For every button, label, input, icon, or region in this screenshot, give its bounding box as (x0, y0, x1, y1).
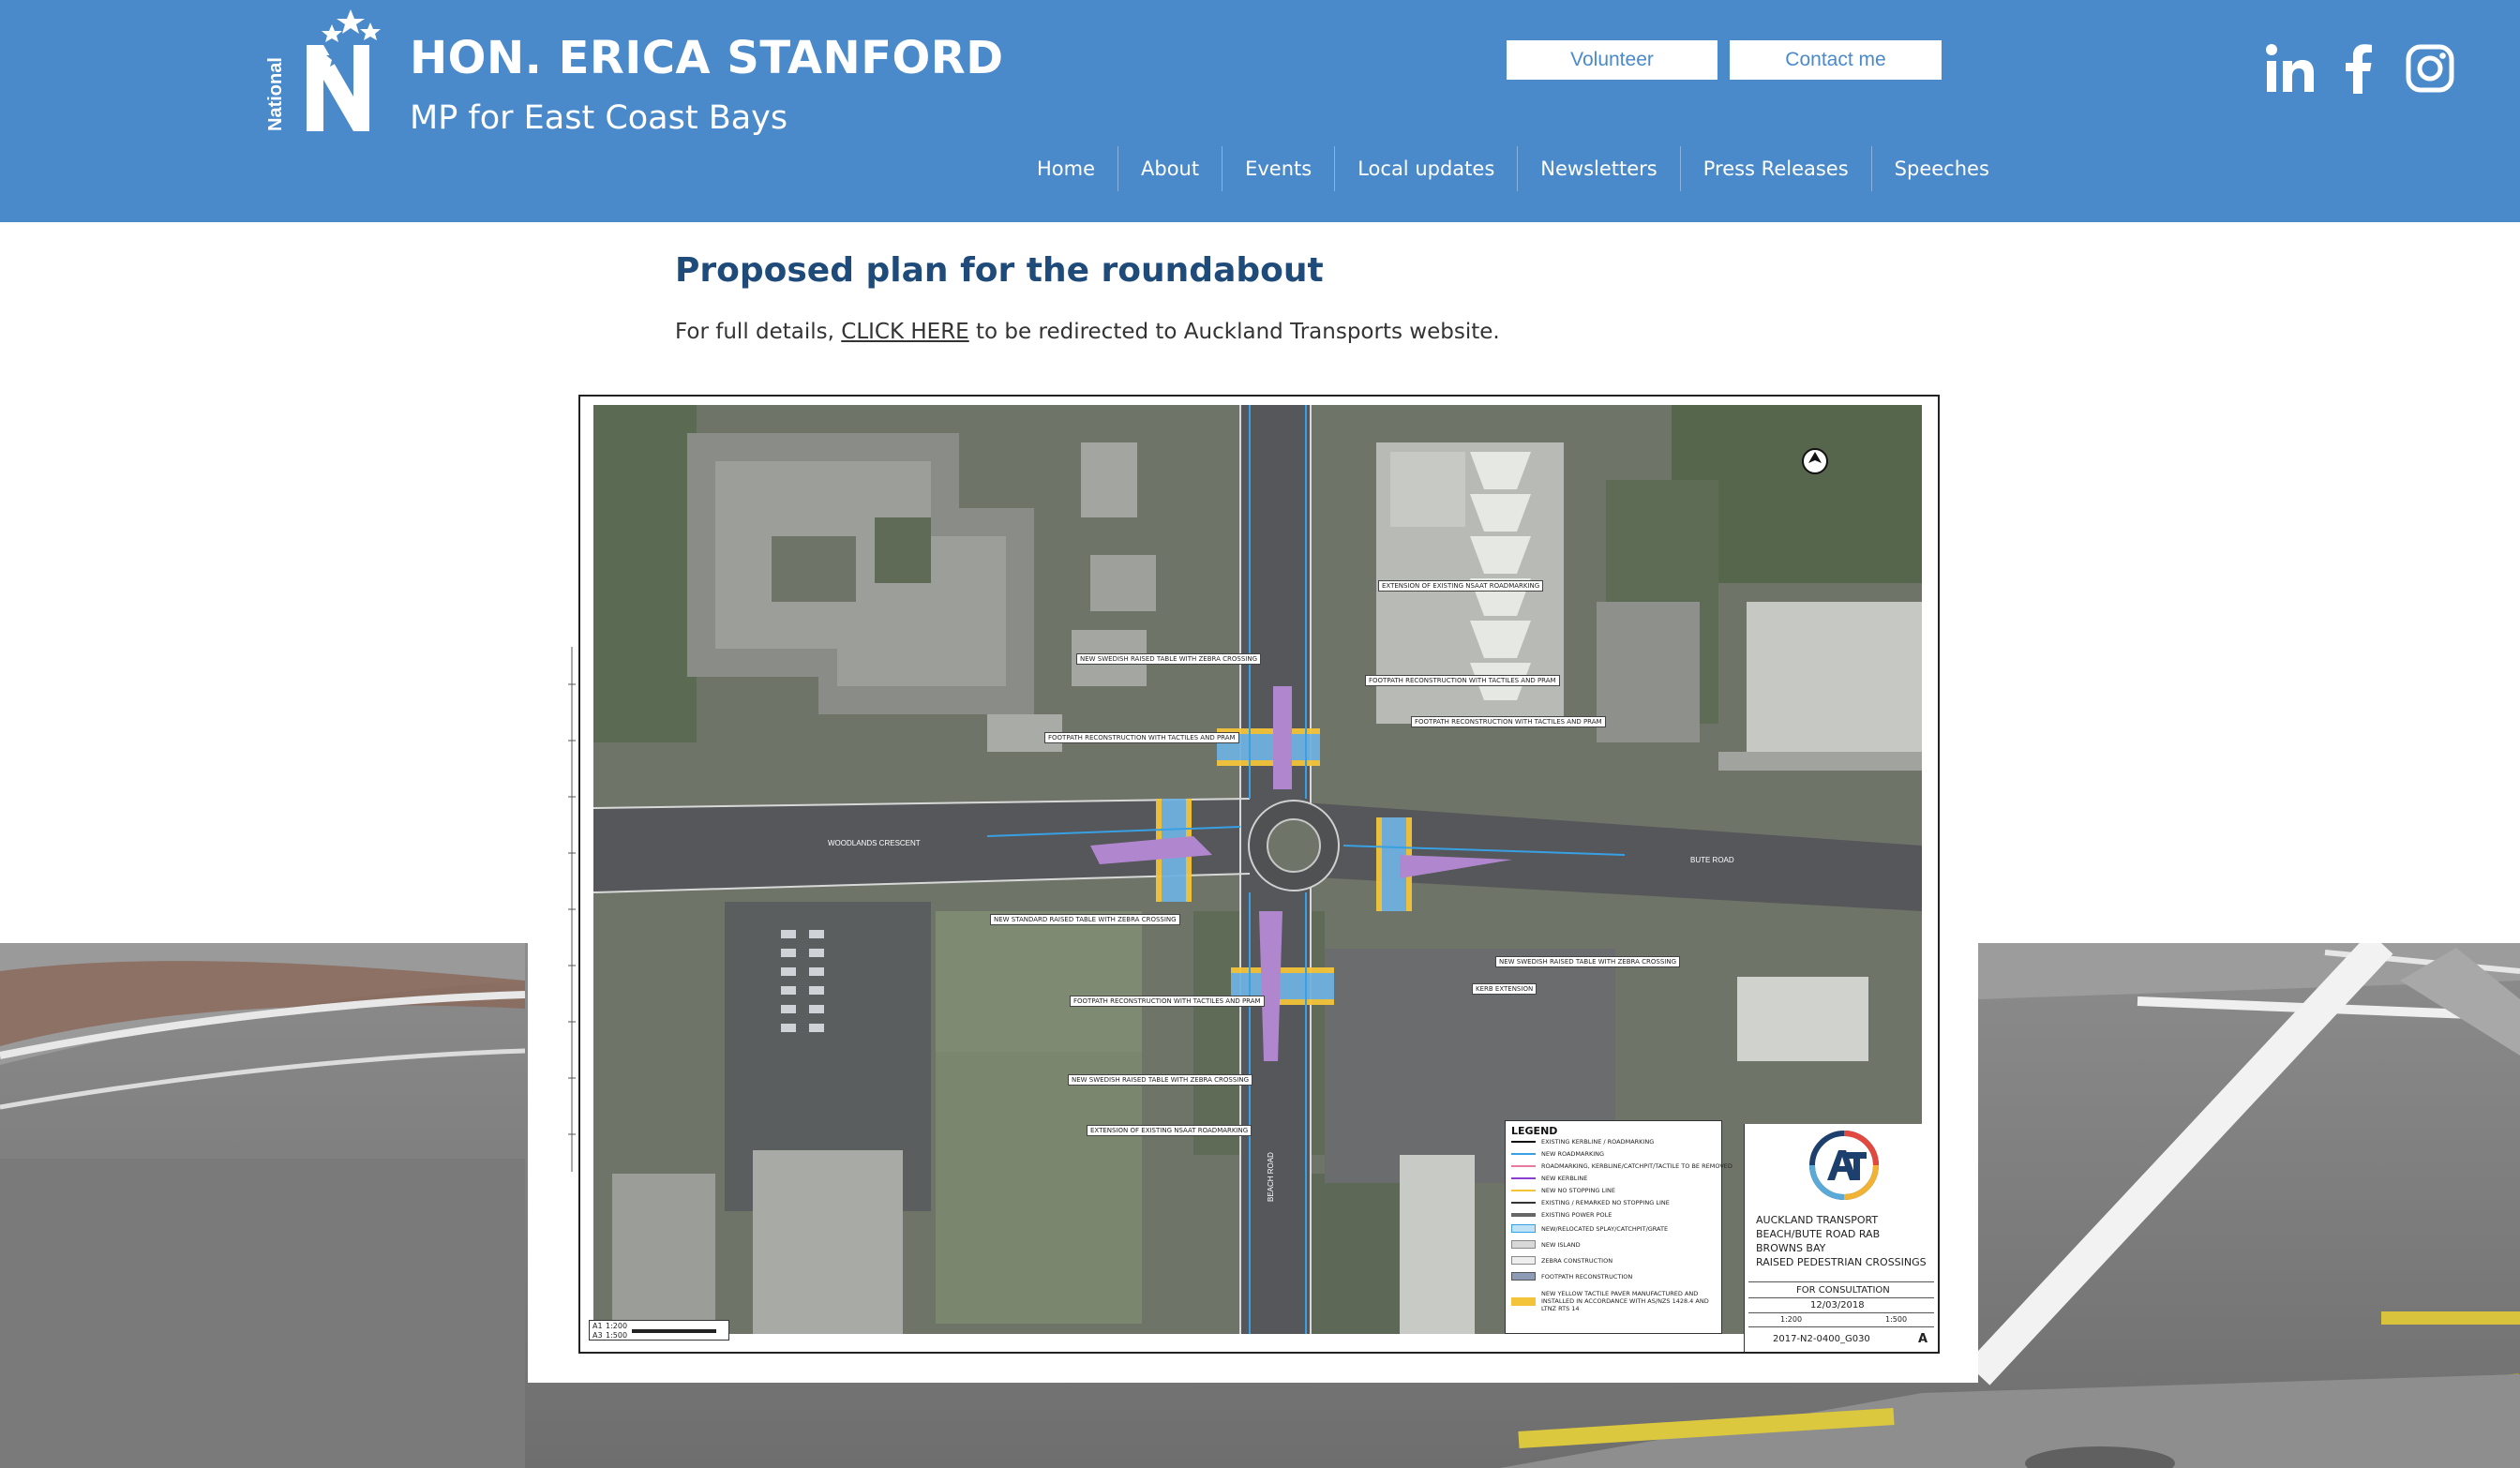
plan-scale-bar: A1 1:200 A3 1:500 (589, 1320, 729, 1341)
legend-item: NEW ROADMARKING (1511, 1150, 1604, 1158)
plan-callout: FOOTPATH RECONSTRUCTION WITH TACTILES AN… (1070, 996, 1265, 1007)
plan-legend: LEGEND EXISTING KERBLINE / ROADMARKING N… (1505, 1120, 1732, 1334)
plan-callout: NEW SWEDISH RAISED TABLE WITH ZEBRA CROS… (1068, 1074, 1253, 1086)
auckland-transport-logo (1809, 1131, 1879, 1200)
nav-events[interactable]: Events (1222, 146, 1334, 191)
legend-item: EXISTING POWER POLE (1511, 1211, 1612, 1219)
plan-title-block: AUCKLAND TRANSPORT BEACH/BUTE ROAD RAB B… (1744, 1124, 1938, 1352)
volunteer-button[interactable]: Volunteer (1507, 40, 1718, 80)
nav-newsletters[interactable]: Newsletters (1517, 146, 1679, 191)
aerial-plan-map: WOODLANDS CRESCENT BUTE ROAD BEACH ROAD (593, 405, 1922, 1334)
nav-home[interactable]: Home (1014, 146, 1118, 191)
title-block-text: AUCKLAND TRANSPORT BEACH/BUTE ROAD RAB B… (1756, 1214, 1927, 1268)
legend-item: EXISTING KERBLINE / ROADMARKING (1511, 1138, 1654, 1146)
title-block-status: FOR CONSULTATION (1796, 1285, 1890, 1296)
legend-item: ZEBRA CONSTRUCTION (1511, 1256, 1612, 1265)
nav-press-releases[interactable]: Press Releases (1679, 146, 1871, 191)
click-here-link[interactable]: CLICK HERE (841, 320, 968, 344)
legend-item: FOOTPATH RECONSTRUCTION (1511, 1272, 1632, 1281)
title-block-scale-a1: 1:200 (1780, 1315, 1803, 1324)
facebook-icon[interactable] (2334, 36, 2383, 101)
plan-callout: EXTENSION OF EXISTING NSAAT ROADMARKING (1378, 580, 1544, 592)
site-header: National HON. ERICA STANFORD MP for East… (0, 0, 2520, 222)
site-subtitle: MP for East Coast Bays (410, 99, 788, 137)
legend-item: ROADMARKING, KERBLINE/CATCHPIT/TACTILE T… (1511, 1162, 1732, 1170)
legend-title: LEGEND (1511, 1125, 1558, 1137)
title-block-date: 12/03/2018 (1810, 1300, 1865, 1311)
section-heading: Proposed plan for the roundabout (675, 251, 1324, 290)
instagram-icon[interactable] (2403, 36, 2457, 101)
site-title[interactable]: HON. ERICA STANFORD (410, 32, 1004, 84)
plan-callout: KERB EXTENSION (1472, 983, 1538, 995)
nav-local-updates[interactable]: Local updates (1334, 146, 1517, 191)
legend-item: NEW/RELOCATED SPLAY/CATCHPIT/GRATE (1511, 1224, 1668, 1233)
legend-item: NEW ISLAND (1511, 1240, 1581, 1249)
nav-speeches[interactable]: Speeches (1870, 146, 2012, 191)
text-before-link: For full details, (675, 320, 842, 344)
nav-about[interactable]: About (1118, 146, 1222, 191)
drawing-revision: A (1918, 1332, 1928, 1346)
street-beach: BEACH ROAD (1267, 1152, 1275, 1202)
section-description: For full details, CLICK HERE to be redir… (675, 320, 1500, 344)
plan-callout: FOOTPATH RECONSTRUCTION WITH TACTILES AN… (1365, 675, 1560, 686)
title-block-scale-a3: 1:500 (1885, 1315, 1908, 1324)
contact-me-button[interactable]: Contact me (1730, 40, 1942, 80)
plan-callout: NEW SWEDISH RAISED TABLE WITH ZEBRA CROS… (1495, 956, 1681, 967)
plan-side-ruler (568, 647, 576, 1172)
legend-item: EXISTING / REMARKED NO STOPPING LINE (1511, 1199, 1670, 1206)
plan-callout: NEW SWEDISH RAISED TABLE WITH ZEBRA CROS… (1076, 653, 1262, 665)
legend-item: NEW KERBLINE (1511, 1175, 1587, 1182)
legend-item: NEW NO STOPPING LINE (1511, 1187, 1615, 1194)
plan-callout: NEW STANDARD RAISED TABLE WITH ZEBRA CRO… (990, 914, 1180, 925)
drawing-number: 2017-N2-0400_G030 (1773, 1334, 1870, 1344)
plan-callout: EXTENSION OF EXISTING NSAAT ROADMARKING (1087, 1125, 1252, 1136)
legend-item: NEW YELLOW TACTILE PAVER MANUFACTURED AN… (1511, 1290, 1713, 1312)
text-after-link: to be redirected to Auckland Transports … (968, 320, 1500, 344)
national-logo[interactable]: National (264, 7, 386, 134)
main-nav: Home About Events Local updates Newslett… (1014, 146, 2012, 191)
plan-callout: FOOTPATH RECONSTRUCTION WITH TACTILES AN… (1411, 716, 1606, 727)
plan-callout: FOOTPATH RECONSTRUCTION WITH TACTILES AN… (1044, 732, 1239, 743)
street-woodlands: WOODLANDS CRESCENT (828, 839, 921, 847)
logo-wordmark: National (265, 57, 286, 131)
linkedin-icon[interactable] (2261, 36, 2319, 101)
street-bute: BUTE ROAD (1690, 856, 1734, 864)
